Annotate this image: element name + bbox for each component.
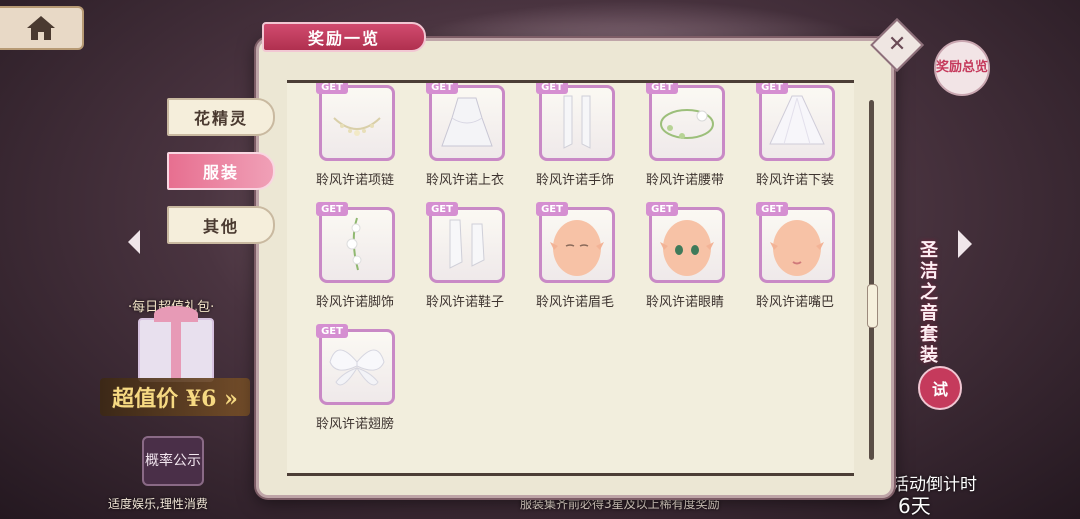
reward-item[interactable]: GET 聆风许诺上衣 — [415, 83, 515, 195]
eyebrows-face-icon — [550, 220, 604, 276]
get-badge: GET — [536, 83, 568, 94]
get-badge: GET — [536, 202, 568, 216]
countdown-value: 6天 — [898, 494, 931, 518]
item-label: 聆风许诺脚饰 — [315, 295, 394, 310]
scrollbar-thumb[interactable] — [867, 284, 878, 328]
reward-item[interactable]: GET 聆风许诺腰带 — [635, 83, 735, 195]
moderation-notice: 适度娱乐,理性消费 — [108, 497, 208, 511]
get-badge: GET — [646, 83, 678, 94]
item-frame — [429, 207, 505, 283]
reward-item[interactable]: GET 聆风许诺翅膀 — [305, 324, 405, 439]
gift-box-icon[interactable] — [138, 306, 214, 382]
item-label: 聆风许诺手饰 — [535, 173, 614, 188]
item-label: 聆风许诺嘴巴 — [755, 295, 834, 310]
get-badge: GET — [756, 83, 788, 94]
item-frame — [649, 85, 725, 161]
item-frame — [539, 85, 615, 161]
reward-item[interactable]: GET 聆风许诺项链 — [305, 83, 405, 195]
close-x-icon: ✕ — [887, 32, 907, 57]
dress-top-icon — [441, 97, 493, 147]
probability-button[interactable]: 概率公示 — [142, 436, 204, 486]
home-button[interactable] — [0, 6, 84, 50]
flower-anklet-icon — [346, 217, 362, 271]
item-label: 聆风许诺鞋子 — [425, 295, 504, 310]
gloves-icon — [563, 95, 591, 149]
scrollbar-track[interactable] — [869, 100, 874, 460]
home-icon — [27, 16, 55, 40]
wings-icon — [329, 349, 385, 386]
reward-item[interactable]: GET 聆风许诺眉毛 — [525, 202, 625, 317]
reward-overview-button[interactable]: 奖励总览 — [934, 40, 990, 96]
item-label: 聆风许诺眼睛 — [645, 295, 724, 310]
item-label: 聆风许诺腰带 — [645, 173, 724, 188]
mouth-face-icon — [770, 220, 824, 276]
get-badge: GET — [316, 202, 348, 216]
get-badge: GET — [316, 83, 348, 94]
item-label: 聆风许诺翅膀 — [315, 417, 394, 432]
suit-name: 圣洁之音套装 — [920, 240, 938, 366]
get-badge: GET — [756, 202, 788, 216]
shoes-icon — [449, 219, 485, 269]
previous-arrow-icon[interactable] — [128, 230, 140, 254]
get-badge: GET — [646, 202, 678, 216]
get-badge: GET — [426, 83, 458, 94]
flower-belt-icon — [660, 109, 714, 139]
necklace-icon — [333, 117, 381, 136]
reward-item[interactable]: GET 聆风许诺鞋子 — [415, 202, 515, 317]
tab-flower-spirit[interactable]: 花精灵 — [167, 98, 275, 136]
reward-item[interactable]: GET 聆风许诺脚饰 — [305, 202, 405, 317]
item-frame — [539, 207, 615, 283]
reward-item[interactable]: GET 聆风许诺嘴巴 — [745, 202, 845, 317]
modal-title: 奖励一览 — [262, 22, 426, 52]
price-banner[interactable]: 超值价 ¥6 » — [100, 378, 250, 416]
item-label: 聆风许诺眉毛 — [535, 295, 614, 310]
item-frame — [319, 207, 395, 283]
item-frame — [759, 207, 835, 283]
next-arrow-icon[interactable] — [958, 230, 972, 258]
eyes-face-icon — [660, 220, 714, 276]
reward-grid: GET 聆风许诺项链 GET 聆风许诺上衣 GET 聆风许诺手饰 GET 聆风许… — [287, 80, 854, 476]
item-frame — [759, 85, 835, 161]
get-badge: GET — [316, 324, 348, 338]
reward-item[interactable]: GET 聆风许诺手饰 — [525, 83, 625, 195]
item-frame — [319, 329, 395, 405]
skirt-icon — [769, 95, 825, 145]
get-badge: GET — [426, 202, 458, 216]
item-label: 聆风许诺项链 — [315, 173, 394, 188]
reward-item[interactable]: GET 聆风许诺下装 — [745, 83, 845, 195]
item-frame — [429, 85, 505, 161]
tab-clothing[interactable]: 服装 — [167, 152, 275, 190]
item-frame — [649, 207, 725, 283]
item-label: 聆风许诺上衣 — [425, 173, 504, 188]
try-on-button[interactable]: 试 — [918, 366, 962, 410]
reward-item[interactable]: GET 聆风许诺眼睛 — [635, 202, 735, 317]
item-label: 聆风许诺下装 — [755, 173, 834, 188]
item-frame — [319, 85, 395, 161]
tab-other[interactable]: 其他 — [167, 206, 275, 244]
